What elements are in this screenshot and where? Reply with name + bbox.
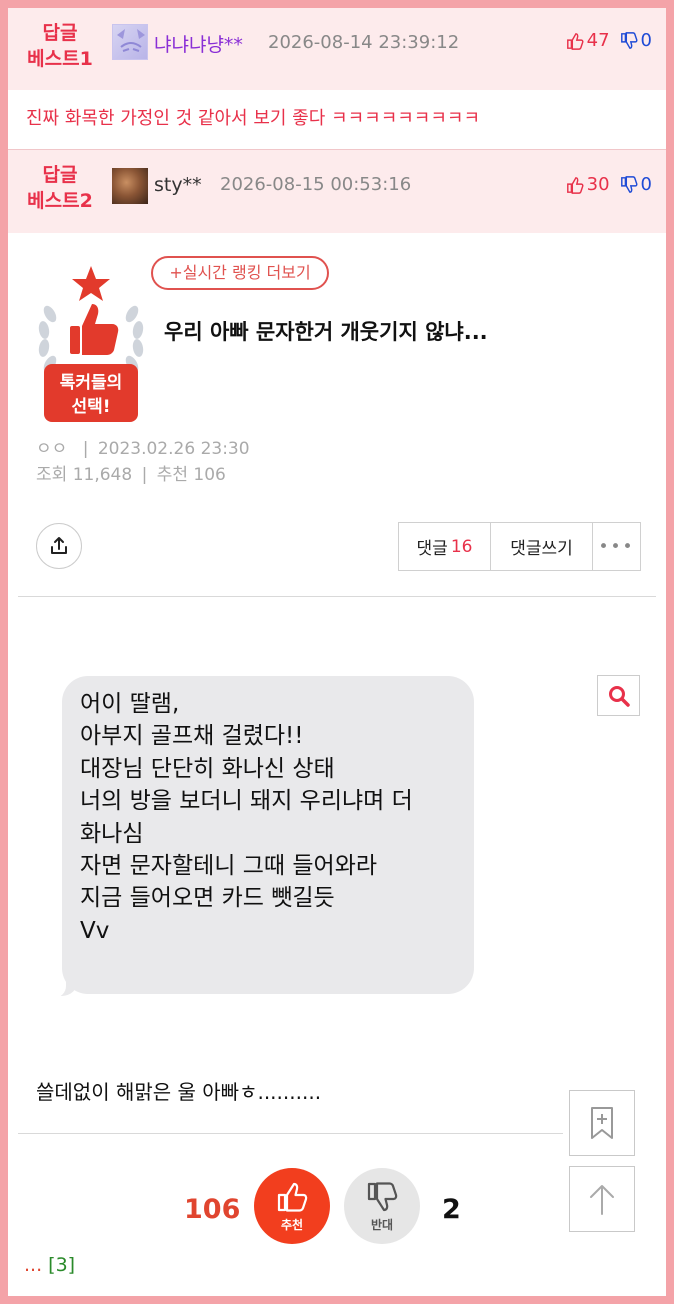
message-line: 지금 들어오면 카드 뺏길듯 <box>80 885 335 912</box>
upvote-count: 47 <box>586 30 610 51</box>
reply-votes: 30 0 <box>566 174 652 195</box>
more-count: [3] <box>48 1254 76 1276</box>
thumbs-down-icon <box>620 31 638 49</box>
bookmark-button[interactable] <box>569 1090 635 1156</box>
badge-line1: 톡커들의 <box>60 373 123 393</box>
magnifier-icon <box>608 685 630 707</box>
message-line: 자면 문자할테니 그때 들어와라 <box>80 853 378 880</box>
arrow-up-icon <box>590 1185 614 1215</box>
post-author[interactable]: ㅇㅇ <box>36 439 67 459</box>
message-line: 화나심 <box>80 820 144 847</box>
message-line: 어이 딸램, <box>80 691 180 717</box>
page-frame: 답글 베스트1 냐냐냐냥** 2026-08-14 23:39:12 47 0 … <box>8 8 666 1296</box>
message-bubble: 어이 딸램, 아부지 골프채 걸렸다!! 대장님 단단히 화나신 상태 너의 방… <box>62 676 474 994</box>
recommend-button-label: 추천 <box>280 1217 304 1232</box>
post-title: 우리 아빠 문자한거 개웃기지 않냐... <box>164 320 488 344</box>
oppose-total: 2 <box>442 1194 461 1225</box>
thumbs-down-icon <box>620 175 638 193</box>
image-zoom-button[interactable] <box>597 675 640 716</box>
thumbs-up-icon <box>566 32 584 50</box>
comments-button[interactable]: 댓글 16 <box>399 523 491 570</box>
more-options-button[interactable]: ••• <box>593 523 640 570</box>
more-link[interactable]: ... [3] <box>24 1254 75 1276</box>
best-reply-label: 답글 베스트2 <box>22 162 98 214</box>
reply-date: 2026-08-15 00:53:16 <box>220 174 412 195</box>
post-action-group: 댓글 16 댓글쓰기 ••• <box>398 522 641 571</box>
views-count: 11,648 <box>72 465 133 485</box>
reply-date: 2026-08-14 23:39:12 <box>268 32 460 53</box>
downvote-count: 0 <box>640 174 652 195</box>
comments-label: 댓글 <box>416 539 448 559</box>
nickname[interactable]: sty** <box>154 174 202 196</box>
talkers-choice-badge: 톡커들의 선택! <box>36 264 146 424</box>
share-button[interactable] <box>36 523 82 569</box>
best-reply-label: 답글 베스트1 <box>22 20 98 72</box>
post-body-text: 쓸데없이 해맑은 울 아빠ㅎ.......... <box>36 1080 322 1104</box>
upvote-button[interactable]: 30 <box>566 174 610 195</box>
downvote-count: 0 <box>640 30 652 51</box>
post-meta-author: ㅇㅇ | 2023.02.26 23:30 <box>36 439 250 459</box>
upvote-count: 30 <box>586 174 610 195</box>
thumbs-up-icon <box>277 1182 308 1212</box>
badge-line2: 선택! <box>71 397 110 417</box>
best-reply-1: 답글 베스트1 냐냐냐냥** 2026-08-14 23:39:12 47 0 <box>8 8 666 90</box>
comments-count: 16 <box>450 536 473 557</box>
divider <box>18 596 656 597</box>
thumbs-up-icon <box>566 176 584 194</box>
realtime-ranking-button[interactable]: +실시간 랭킹 더보기 <box>151 256 329 290</box>
message-line: 아부지 골프채 걸렸다!! <box>80 723 304 750</box>
message-line: 대장님 단단히 화나신 상태 <box>80 755 335 782</box>
scroll-top-button[interactable] <box>569 1166 635 1232</box>
post-date: 2023.02.26 23:30 <box>97 439 250 459</box>
thumbs-down-icon <box>367 1181 398 1211</box>
share-icon <box>51 537 67 554</box>
message-line: 너의 방을 보더니 돼지 우리냐며 더 <box>80 788 413 815</box>
best-label-line2: 베스트2 <box>27 190 93 212</box>
downvote-button[interactable]: 0 <box>620 30 652 51</box>
avatar[interactable] <box>112 24 148 60</box>
upvote-button[interactable]: 47 <box>566 30 610 51</box>
best-label-line2: 베스트1 <box>27 48 93 70</box>
best-reply-2: 답글 베스트2 sty** 2026-08-15 00:53:16 30 0 <box>8 150 666 233</box>
recommend-button[interactable]: 추천 <box>254 1168 330 1244</box>
more-ellipsis: ... <box>24 1254 43 1276</box>
nickname[interactable]: 냐냐냐냥** <box>154 30 243 57</box>
oppose-button[interactable]: 반대 <box>344 1168 420 1244</box>
reply-votes: 47 0 <box>566 30 652 51</box>
recommend-total: 106 <box>184 1194 241 1225</box>
divider <box>18 1133 563 1134</box>
recommend-count: 106 <box>193 465 226 485</box>
bookmark-add-icon <box>591 1107 613 1139</box>
avatar[interactable] <box>112 168 148 204</box>
best-reply-1-text: 진짜 화목한 가정인 것 같아서 보기 좋다 ㅋㅋㅋㅋㅋㅋㅋㅋㅋ <box>8 90 666 150</box>
recommend-label: 추천 <box>156 465 188 485</box>
write-comment-button[interactable]: 댓글쓰기 <box>491 523 593 570</box>
best-label-line1: 답글 <box>42 22 78 44</box>
downvote-button[interactable]: 0 <box>620 174 652 195</box>
message-line: Vv <box>80 917 110 944</box>
post-meta-stats: 조회 11,648 | 추천 106 <box>36 465 226 485</box>
best-label-line1: 답글 <box>42 164 78 186</box>
oppose-button-label: 반대 <box>370 1217 394 1232</box>
views-label: 조회 <box>36 465 68 485</box>
